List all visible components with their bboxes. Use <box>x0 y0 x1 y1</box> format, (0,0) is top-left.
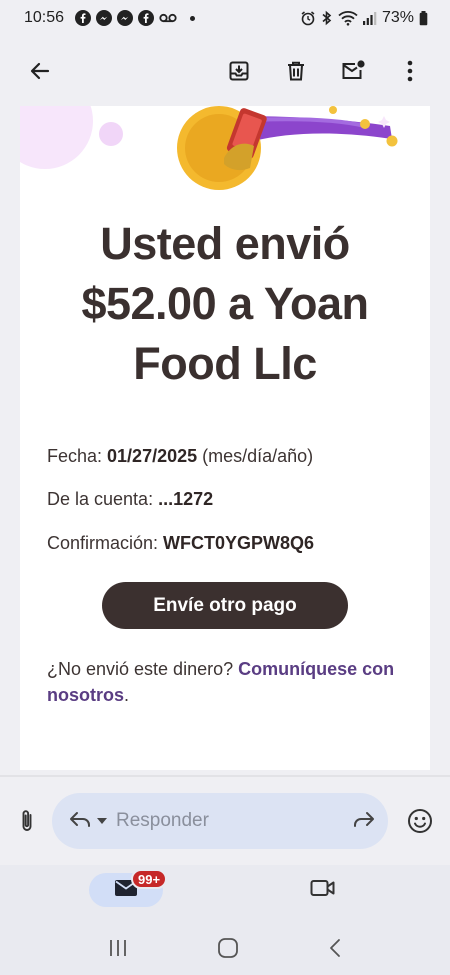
date-label: Fecha: <box>47 446 108 466</box>
back-arrow-icon[interactable] <box>18 49 62 93</box>
account-label: De la cuenta: <box>47 489 159 509</box>
meet-tab[interactable] <box>303 873 343 907</box>
payment-illustration <box>20 106 398 190</box>
bottom-nav: 99+ <box>0 865 450 925</box>
status-bar: 10:56 73% <box>0 0 450 36</box>
headline-line: $52.00 a Yoan <box>81 278 369 329</box>
facebook-icon <box>138 10 155 26</box>
headline-line: Usted envió <box>100 218 350 269</box>
attachment-icon[interactable] <box>12 799 42 843</box>
confirmation-label: Confirmación: <box>47 533 164 553</box>
date-row: Fecha: 01/27/2025 (mes/día/año) <box>47 446 313 467</box>
battery-icon <box>419 10 428 26</box>
confirmation-row: Confirmación: WFCT0YGPW8Q6 <box>47 533 314 554</box>
home-icon[interactable] <box>217 937 239 964</box>
unread-badge: 99+ <box>131 869 168 889</box>
account-row: De la cuenta: ...1272 <box>47 489 213 510</box>
archive-icon[interactable] <box>217 49 261 93</box>
email-body: Usted envió $52.00 a Yoan Food Llc Fecha… <box>20 106 430 770</box>
messenger-icon <box>96 10 113 26</box>
support-question: ¿No envió este dinero? <box>47 659 239 679</box>
bluetooth-icon <box>321 10 333 26</box>
video-meet-icon <box>310 879 336 902</box>
messenger-icon <box>117 10 134 26</box>
app-bar <box>0 36 450 106</box>
reply-type-selector[interactable] <box>68 809 108 834</box>
support-note: ¿No envió este dinero? Comuníquese con n… <box>47 656 407 708</box>
delete-icon[interactable] <box>274 49 318 93</box>
reply-placeholder[interactable]: Responder <box>116 810 352 832</box>
voicemail-icon <box>159 12 177 24</box>
date-format: (mes/día/año) <box>197 446 314 466</box>
emoji-icon[interactable] <box>398 799 442 843</box>
status-time: 10:56 <box>24 9 65 26</box>
confirmation-value: WFCT0YGPW8Q6 <box>163 533 315 553</box>
status-right: 73% <box>300 9 428 27</box>
signal-icon <box>362 11 377 25</box>
notification-dot <box>190 15 196 21</box>
mark-unread-icon[interactable] <box>331 49 375 93</box>
reply-bar: Responder <box>0 777 450 865</box>
status-left: 10:56 <box>24 9 196 27</box>
reply-field[interactable]: Responder <box>52 793 388 849</box>
headline-line: Food Llc <box>133 338 317 389</box>
account-value: ...1272 <box>158 489 214 509</box>
date-value: 01/27/2025 <box>107 446 198 466</box>
recent-apps-icon[interactable] <box>108 938 128 963</box>
send-another-payment-button[interactable]: Envíe otro pago <box>102 582 348 629</box>
email-headline: Usted envió $52.00 a Yoan Food Llc <box>20 214 430 394</box>
forward-icon[interactable] <box>352 809 376 834</box>
dropdown-icon <box>96 812 108 830</box>
battery-percent: 73% <box>381 9 414 26</box>
alarm-icon <box>300 10 316 26</box>
back-icon[interactable] <box>328 938 342 963</box>
facebook-icon <box>75 10 92 26</box>
support-period: . <box>124 685 130 705</box>
more-vert-icon[interactable] <box>388 49 432 93</box>
system-navigation <box>0 925 450 975</box>
reply-icon <box>68 809 92 834</box>
wifi-icon <box>338 10 358 26</box>
